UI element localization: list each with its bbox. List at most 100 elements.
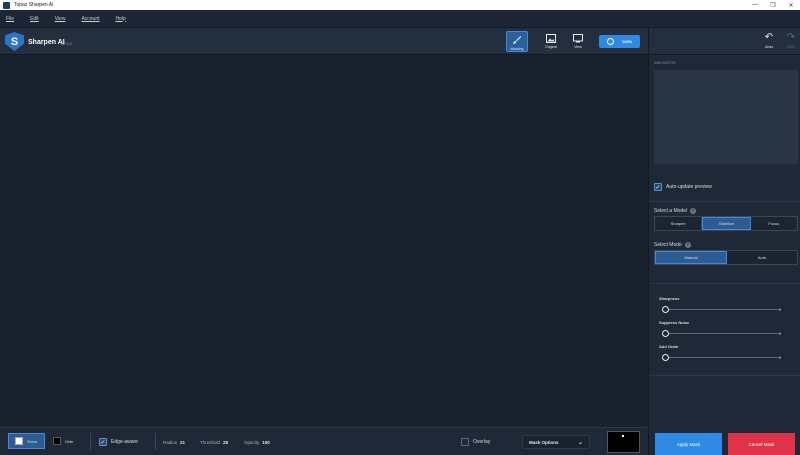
divider [649,375,800,376]
radius-label: Radius [163,440,178,445]
sharpness-label: Sharpness [659,296,680,301]
undo-button[interactable]: ↶ Undo [759,32,779,50]
original-label: Original [544,45,558,49]
threshold-value: 28 [223,440,229,445]
black-swatch-icon [53,437,61,445]
masking-button[interactable]: Masking [506,31,528,52]
undo-redo-bar: ↶ Undo ↷ Redo [649,28,800,55]
menu-view[interactable]: View [55,16,66,22]
view-button[interactable]: View [567,31,589,52]
mask-toolbar: Show Hide ✓ Edge-aware Radius 21 Threshol… [0,427,648,455]
auto-update-label: Auto-update preview [666,184,712,190]
right-panel: ↶ Undo ↷ Redo NAVIGATOR ✓ Auto-update pr… [648,28,800,455]
mask-thumbnail[interactable] [607,431,640,453]
radius-value: 21 [180,440,186,445]
original-button[interactable]: Original [540,31,562,52]
show-mask-button[interactable]: Show [8,433,45,449]
separator [155,433,156,450]
opacity-param[interactable]: Opacity 100 [244,440,270,445]
undo-icon: ↶ [764,32,774,43]
model-section-label: Select a Model ? [654,208,697,214]
app-version: v2.0.2 [61,41,72,46]
zoom-label: 100% [622,39,633,44]
view-label: View [574,45,582,49]
model-option-sharpen[interactable]: Sharpen [655,217,703,230]
suppress-noise-label: Suppress Noise [659,320,690,325]
overlay-label: Overlay [473,439,491,445]
redo-button[interactable]: ↷ Redo [781,32,800,50]
add-grain-slider-thumb[interactable] [662,354,669,361]
undo-label: Undo [764,45,774,49]
image-icon [546,34,556,43]
menu-help[interactable]: Help [116,16,126,22]
suppress-noise-slider-thumb[interactable] [662,330,669,337]
checkmark-icon: ✓ [654,183,662,191]
image-canvas[interactable] [0,55,648,427]
menu-file[interactable]: File [6,16,14,22]
redo-icon: ↷ [786,32,796,43]
window-controls: — ❐ ✕ [746,2,800,9]
mask-options-label: Mask Options [529,439,559,445]
add-grain-track[interactable] [662,357,780,358]
mode-option-auto[interactable]: Auto [727,251,797,264]
checkmark-icon: ✓ [99,438,107,446]
checkbox-icon [461,438,469,446]
sharpness-slider-thumb[interactable] [662,306,669,313]
hide-label: Hide [65,438,74,444]
zoom-button[interactable]: 100% [599,35,640,48]
edge-aware-label: Edge-aware [111,439,138,445]
help-icon[interactable]: ? [690,208,697,214]
overlay-checkbox[interactable]: Overlay [461,438,490,446]
sharpness-value: 0 [779,307,782,312]
mode-section-label: Select Mode ? [654,242,691,248]
radius-param[interactable]: Radius 21 [163,440,185,445]
divider [649,201,800,202]
show-label: Show [27,438,38,444]
apply-mask-button[interactable]: Apply Mask [655,433,722,455]
sharpen-logo-icon: S [5,32,24,51]
mode-option-manual[interactable]: Manual [655,251,727,264]
app-name: Sharpen AI [28,39,65,46]
navigator-preview[interactable] [654,70,798,164]
brush-icon [513,36,522,44]
menu-account[interactable]: Account [81,16,99,22]
thumbnail-indicator [622,435,624,437]
edge-aware-checkbox[interactable]: ✓ Edge-aware [99,438,138,446]
window-title: Topaz Sharpen AI [14,2,54,8]
add-grain-value: 0 [779,355,782,360]
help-icon[interactable]: ? [684,242,691,248]
model-option-focus[interactable]: Focus [750,217,797,230]
divider [649,283,800,284]
hide-mask-button[interactable]: Hide [47,433,84,449]
model-selector: Sharpen Stabilize Focus [654,216,798,231]
app-icon [3,1,10,9]
menu-edit[interactable]: Edit [30,16,39,22]
cancel-mask-button[interactable]: Cancel Mask [728,433,795,455]
app-header: S Sharpen AI v2.0.2 Masking Original Vie… [0,28,648,55]
model-label: Select a Model [654,208,688,214]
mask-options-dropdown[interactable]: Mask Options ⌄ [522,435,590,449]
separator [90,433,91,450]
navigator-title: NAVIGATOR [654,61,676,65]
monitor-icon [573,34,583,43]
auto-update-checkbox[interactable]: ✓ Auto-update preview [654,183,712,191]
sharpness-track[interactable] [662,309,780,310]
close-button[interactable]: ✕ [782,2,800,9]
model-option-stabilize[interactable]: Stabilize [702,217,751,230]
suppress-noise-track[interactable] [662,333,780,334]
mode-label: Select Mode [654,242,682,248]
threshold-param[interactable]: Threshold 28 [200,440,228,445]
zoom-icon [607,38,614,45]
maximize-button[interactable]: ❐ [764,2,782,9]
title-bar: Topaz Sharpen AI — ❐ ✕ [0,0,800,10]
suppress-noise-value: 0 [779,331,782,336]
chevron-down-icon: ⌄ [577,439,583,446]
masking-label: Masking [510,47,524,51]
add-grain-label: Add Grain [659,344,679,349]
threshold-label: Threshold [200,440,221,445]
white-swatch-icon [15,437,23,445]
minimize-button[interactable]: — [746,2,764,9]
mode-selector: Manual Auto [654,250,798,265]
menu-bar: File Edit View Account Help [0,10,800,28]
opacity-value: 100 [262,440,270,445]
